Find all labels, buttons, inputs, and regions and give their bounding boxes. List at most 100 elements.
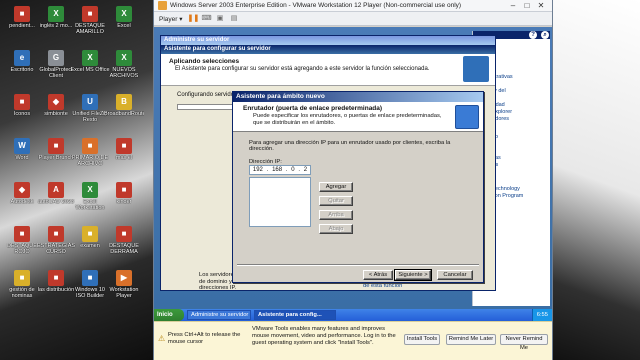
- configure-wizard-header-title: Aplicando selecciones: [169, 58, 240, 65]
- desktop-bg-right: [553, 0, 640, 360]
- search-icon[interactable]: ⌕: [541, 31, 549, 39]
- desktop-icon[interactable]: X Excel: [104, 4, 144, 40]
- next-button[interactable]: Siguiente >: [394, 269, 432, 281]
- desktop-icon[interactable]: ■ kinder: [104, 180, 144, 216]
- router-page-title: Enrutador (puerta de enlace predetermina…: [243, 105, 383, 112]
- desktop-icon[interactable]: ■ DESTAQUE DERRAMA: [104, 224, 144, 260]
- minimize-button[interactable]: –: [506, 1, 520, 10]
- player-window-title: Windows Server 2003 Enterprise Edition -…: [170, 2, 462, 9]
- desktop-icon-glyph: ■: [14, 226, 30, 242]
- install-tools-button[interactable]: Install Tools: [404, 334, 440, 345]
- fit-window-icon[interactable]: ▣: [216, 14, 225, 23]
- info-icon: ⚠: [158, 334, 166, 343]
- guest-taskbar: Inicio Administre su servidor Asistente …: [154, 309, 552, 321]
- close-button[interactable]: ✕: [534, 1, 548, 10]
- player-menu[interactable]: Player ▾: [159, 15, 183, 23]
- desktop-icon[interactable]: ▶ Workstation Player: [104, 268, 144, 304]
- guest-screen[interactable]: ? ⌕ raciónedministrativasivosequipo y de…: [154, 27, 552, 309]
- new-scope-wizard-title: Asistente para ámbito nuevo: [233, 92, 483, 102]
- router-page-subtitle: Puede especificar los enrutadores, o pue…: [253, 113, 442, 126]
- vmware-app-icon: [158, 1, 167, 10]
- new-scope-header: Enrutador (puerta de enlace predetermina…: [233, 102, 483, 132]
- maximize-button[interactable]: □: [520, 1, 534, 10]
- network-wizard-icon: [455, 105, 479, 129]
- configure-wizard-header: Aplicando selecciones El Asistente para …: [161, 54, 495, 86]
- remind-later-button[interactable]: Remind Me Later: [446, 334, 496, 345]
- ip-octet-1[interactable]: 192: [253, 167, 263, 173]
- dialog-separator: [237, 264, 479, 266]
- new-scope-wizard-dialog: Asistente para ámbito nuevo Enrutador (p…: [232, 91, 484, 283]
- cancel-button[interactable]: Cancelar: [437, 270, 473, 280]
- up-button[interactable]: Arriba: [319, 210, 353, 220]
- desktop-icon-glyph: ■: [82, 226, 98, 242]
- guest-clock: 6:55: [531, 309, 552, 321]
- ip-octet-4[interactable]: 2: [304, 167, 307, 173]
- desktop-icon-glyph: U: [82, 94, 98, 110]
- ip-octet-2[interactable]: 168: [272, 167, 282, 173]
- desktop-icon-glyph: ■: [14, 270, 30, 286]
- release-cursor-hint: Press Ctrl+Alt to release the mouse curs…: [168, 332, 241, 345]
- vmware-player-window: Windows Server 2003 Enterprise Edition -…: [153, 0, 553, 360]
- desktop-icon-glyph: ■: [48, 270, 64, 286]
- ip-octet-3[interactable]: 0: [291, 167, 294, 173]
- start-button[interactable]: Inicio: [154, 309, 184, 321]
- player-toolbar: Player ▾ ❚❚ ⌨ ▣ ▤: [154, 12, 552, 26]
- desktop-icon-glyph: ■: [82, 6, 98, 22]
- desktop-icon-glyph: ▶: [116, 270, 132, 286]
- ip-address-input[interactable]: 192. 168. 0. 2: [249, 165, 311, 175]
- desktop-icon-glyph: ■: [14, 6, 30, 22]
- desktop-icon-glyph: G: [48, 50, 64, 66]
- down-button[interactable]: Abajo: [319, 224, 353, 234]
- player-titlebar: Windows Server 2003 Enterprise Edition -…: [154, 0, 552, 12]
- desktop-icon-glyph: X: [116, 50, 132, 66]
- desktop-icon-glyph: ■: [82, 270, 98, 286]
- task-manage-server[interactable]: Administre su servidor: [187, 310, 251, 320]
- desktop-icon-glyph: X: [116, 6, 132, 22]
- desktop-icon-glyph: ■: [48, 226, 64, 242]
- task-configure-wizard[interactable]: Asistente para config...: [254, 310, 336, 320]
- desktop-icon-glyph: W: [14, 138, 30, 154]
- server-wizard-icon: [463, 56, 489, 82]
- new-scope-body: Para agregar una dirección IP para un en…: [233, 132, 483, 231]
- desktop-icon-glyph: A: [48, 182, 64, 198]
- desktop-icon-label: mas el: [115, 155, 133, 161]
- configure-wizard-header-subtitle: El Asistente para configurar su servidor…: [175, 66, 430, 72]
- add-button[interactable]: Agregar: [319, 182, 353, 192]
- router-list[interactable]: [249, 177, 311, 227]
- desktop-icon-glyph: ◆: [48, 94, 64, 110]
- help-icon[interactable]: ?: [529, 31, 538, 39]
- desktop-icon-label: Excel: [117, 23, 131, 29]
- never-remind-button[interactable]: Never Remind Me: [500, 334, 548, 351]
- send-ctrl-alt-del-icon[interactable]: ⌨: [202, 14, 212, 23]
- desktop-icon-glyph: ◆: [14, 182, 30, 198]
- desktop-icon-glyph: ■: [116, 182, 132, 198]
- unity-icon[interactable]: ▤: [230, 14, 239, 23]
- desktop-icon-glyph: B: [116, 94, 132, 110]
- remove-button[interactable]: Quitar: [319, 196, 353, 206]
- desktop-icon[interactable]: X NUEVOS ARCHIVOS: [104, 48, 144, 84]
- desktop-icon-glyph: ■: [116, 226, 132, 242]
- desktop-icon-label: kinder: [116, 199, 132, 205]
- desktop-icon-glyph: X: [48, 6, 64, 22]
- desktop-icon-label: NUEVOS ARCHIVOS: [109, 67, 139, 79]
- desktop-icon[interactable]: ■ mas el: [104, 136, 144, 172]
- desktop-icon[interactable]: B BroadbandRouter: [104, 92, 144, 128]
- desktop-icon-glyph: X: [82, 182, 98, 198]
- desktop-icon-glyph: ■: [14, 94, 30, 110]
- desktop-icon-glyph: X: [82, 50, 98, 66]
- desktop-icon-glyph: ■: [48, 138, 64, 154]
- outer-window-title: Administre su servidor: [161, 36, 495, 45]
- desktop-icon-glyph: ■: [82, 138, 98, 154]
- desktop-icon-glyph: ■: [116, 138, 132, 154]
- vmware-tools-bar: ⚠ Press Ctrl+Alt to release the mouse cu…: [154, 321, 552, 360]
- desktop-icon-label: DESTAQUE DERRAMA: [109, 243, 139, 255]
- tools-message: VMware Tools enables many features and i…: [252, 326, 396, 346]
- ip-address-label: Dirección IP:: [249, 159, 282, 165]
- desktop-icon-glyph: e: [14, 50, 30, 66]
- pause-icon[interactable]: ❚❚: [188, 14, 200, 23]
- desktop-icon-label: Workstation Player: [109, 287, 139, 299]
- configure-wizard-title: Asistente para configurar su servidor: [161, 45, 495, 54]
- back-button[interactable]: < Atrás: [363, 270, 393, 280]
- router-instruction: Para agregar una dirección IP para un en…: [249, 140, 451, 152]
- desktop-icon-label: BroadbandRouter: [104, 111, 144, 117]
